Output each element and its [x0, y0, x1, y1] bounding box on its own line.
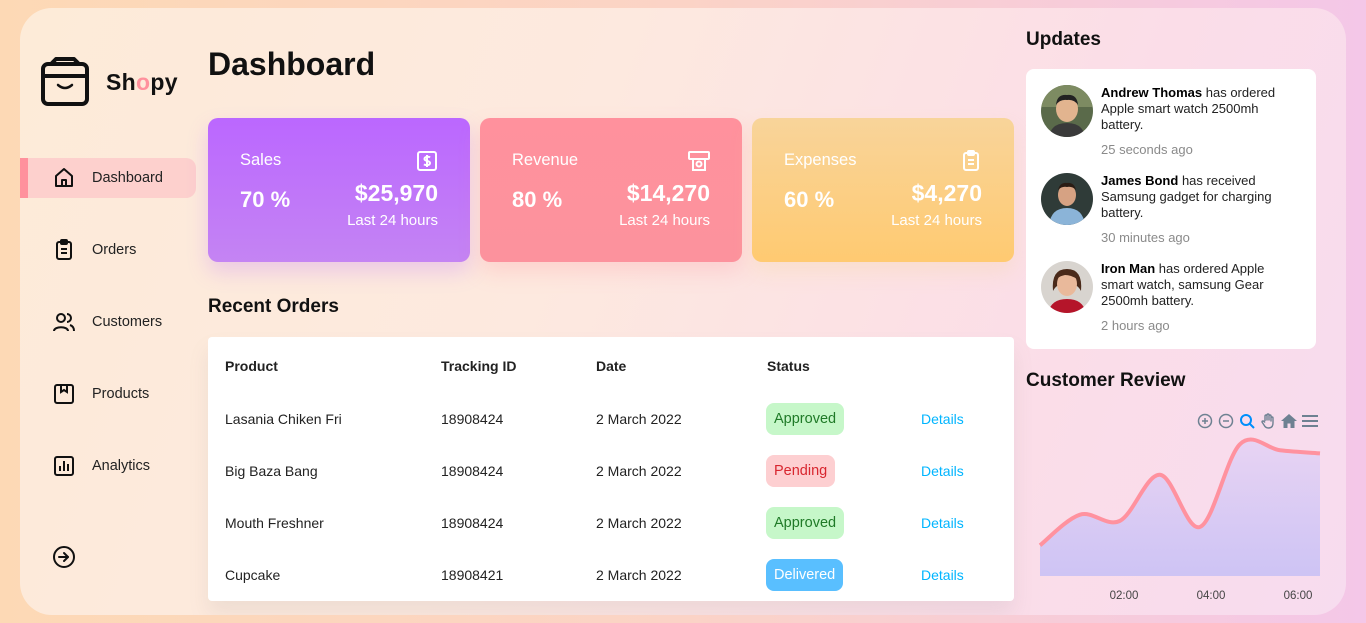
pan-hand-icon[interactable]	[1259, 412, 1277, 430]
update-name: James Bond	[1101, 173, 1179, 188]
update-time: 2 hours ago	[1101, 318, 1170, 333]
status-badge: Approved	[766, 403, 845, 435]
orders-table: Product Tracking ID Date Status Lasania …	[208, 337, 1014, 601]
column-header-tracking: Tracking ID	[441, 358, 517, 374]
updates-panel: Andrew Thomas has ordered Apple smart wa…	[1026, 69, 1316, 349]
updates-title: Updates	[1026, 29, 1101, 50]
card-period: Last 24 hours	[347, 212, 438, 229]
sidebar-item-label: Analytics	[92, 458, 151, 474]
clipboard-icon	[963, 150, 979, 171]
sidebar-item-analytics[interactable]: Analytics	[20, 446, 196, 486]
card-amount: $25,970	[354, 180, 438, 206]
tracking-cell: 18908421	[441, 567, 504, 583]
chart-toolbar	[1196, 412, 1319, 430]
brand-name: Shopy	[106, 68, 178, 95]
sidebar-item-dashboard[interactable]: Dashboard	[20, 158, 196, 198]
update-name: Iron Man	[1101, 261, 1156, 276]
x-tick-label: 06:00	[1284, 590, 1313, 602]
card-percent: 70 %	[240, 187, 291, 212]
product-cell: Big Baza Bang	[225, 463, 318, 479]
card-percent: 60 %	[784, 187, 835, 212]
update-name: Andrew Thomas	[1101, 85, 1203, 100]
chart-area-fill	[1040, 439, 1320, 576]
sales-card[interactable]: Sales 70 % $25,970 Last 24 hours	[208, 118, 470, 262]
magnifier-icon[interactable]	[1238, 412, 1256, 430]
area-chart: 02:00 04:00 06:00	[1038, 437, 1321, 602]
dollar-icon	[417, 151, 437, 171]
tracking-cell: 18908424	[441, 411, 504, 427]
package-icon	[54, 384, 74, 404]
users-icon	[53, 313, 75, 332]
sidebar-menu: Dashboard Orders Customers Products Anal…	[20, 158, 196, 518]
sign-out-icon[interactable]	[52, 545, 76, 569]
product-cell: Lasania Chiken Fri	[225, 411, 342, 427]
status-badge: Delivered	[766, 559, 844, 591]
home-icon	[55, 168, 73, 187]
zoom-out-icon[interactable]	[1217, 412, 1235, 430]
customer-review-title: Customer Review	[1026, 370, 1186, 391]
card-period: Last 24 hours	[619, 212, 710, 229]
status-badge: Pending	[766, 455, 836, 487]
date-cell: 2 March 2022	[596, 515, 682, 531]
card-amount: $4,270	[911, 180, 982, 206]
update-text: Andrew Thomas has ordered Apple smart wa…	[1101, 85, 1276, 132]
card-title: Expenses	[784, 151, 857, 169]
app-window: Shopy Dashboard Orders Customers Product…	[20, 8, 1346, 615]
x-tick-label: 04:00	[1197, 590, 1226, 602]
brand-logo: Shopy	[40, 56, 178, 108]
sidebar-item-label: Dashboard	[92, 170, 163, 186]
column-header-product: Product	[225, 358, 278, 374]
tracking-cell: 18908424	[441, 515, 504, 531]
recent-orders-title: Recent Orders	[208, 296, 339, 317]
bar-chart-icon	[54, 456, 74, 476]
sidebar-item-orders[interactable]: Orders	[20, 230, 196, 270]
avatar	[1041, 85, 1093, 137]
update-time: 25 seconds ago	[1101, 142, 1193, 157]
details-link[interactable]: Details	[921, 411, 964, 427]
zoom-in-icon[interactable]	[1196, 412, 1214, 430]
page-title: Dashboard	[208, 46, 376, 82]
update-time: 30 minutes ago	[1101, 230, 1190, 245]
card-title: Revenue	[512, 151, 579, 169]
summary-cards: Sales 70 % $25,970 Last 24 hours Revenue…	[208, 118, 1014, 262]
date-cell: 2 March 2022	[596, 411, 682, 427]
details-link[interactable]: Details	[921, 567, 964, 583]
card-amount: $14,270	[626, 180, 710, 206]
status-badge: Approved	[766, 507, 845, 539]
details-link[interactable]: Details	[921, 463, 964, 479]
shopping-bag-icon	[41, 57, 89, 106]
details-link[interactable]: Details	[921, 515, 964, 531]
revenue-card[interactable]: Revenue 80 % $14,270 Last 24 hours	[480, 118, 742, 262]
sidebar-item-products[interactable]: Products	[20, 374, 196, 414]
update-text: Iron Man has ordered Apple smart watch, …	[1101, 261, 1265, 308]
card-title: Sales	[240, 151, 282, 169]
x-tick-label: 02:00	[1110, 590, 1139, 602]
column-header-status: Status	[767, 358, 810, 374]
menu-icon[interactable]	[1301, 412, 1319, 430]
money-icon	[688, 151, 710, 171]
tracking-cell: 18908424	[441, 463, 504, 479]
sidebar-item-label: Products	[92, 386, 150, 402]
date-cell: 2 March 2022	[596, 567, 682, 583]
avatar	[1041, 261, 1093, 313]
sidebar-item-label: Customers	[92, 314, 163, 330]
clipboard-icon	[56, 239, 72, 260]
update-text: James Bond has received Samsung gadget f…	[1101, 173, 1272, 220]
expenses-card[interactable]: Expenses 60 % $4,270 Last 24 hours	[752, 118, 1014, 262]
column-header-date: Date	[596, 358, 627, 374]
sidebar-item-label: Orders	[92, 242, 137, 258]
product-cell: Cupcake	[225, 567, 281, 583]
product-cell: Mouth Freshner	[225, 515, 324, 531]
home-reset-icon[interactable]	[1280, 412, 1298, 430]
card-period: Last 24 hours	[891, 212, 982, 229]
customer-review-chart: 02:00 04:00 06:00	[1026, 408, 1326, 608]
avatar	[1041, 173, 1093, 225]
date-cell: 2 March 2022	[596, 463, 682, 479]
card-percent: 80 %	[512, 187, 563, 212]
sidebar-item-customers[interactable]: Customers	[20, 302, 196, 342]
